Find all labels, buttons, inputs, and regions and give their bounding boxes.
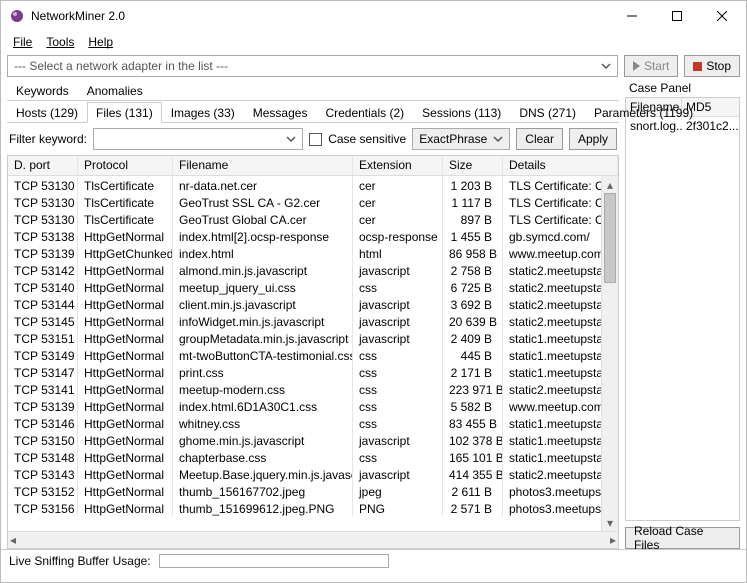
col-size[interactable]: Size xyxy=(443,156,503,175)
reload-case-files-button[interactable]: Reload Case Files xyxy=(625,527,740,549)
table-row[interactable]: TCP 53145HttpGetNormalinfoWidget.min.js.… xyxy=(8,312,618,329)
case-sensitive-checkbox[interactable] xyxy=(309,133,322,146)
tab-hosts[interactable]: Hosts (129) xyxy=(7,102,87,123)
col-dport[interactable]: D. port xyxy=(8,156,78,175)
table-row[interactable]: TCP 53150HttpGetNormalghome.min.js.javas… xyxy=(8,431,618,448)
table-row[interactable]: TCP 53142HttpGetNormalalmond.min.js.java… xyxy=(8,261,618,278)
table-row[interactable]: TCP 53138HttpGetNormalindex.html[2].ocsp… xyxy=(8,227,618,244)
chevron-down-icon xyxy=(491,132,505,146)
match-mode-select[interactable]: ExactPhrase xyxy=(412,128,510,150)
scrollbar-thumb[interactable] xyxy=(604,193,616,283)
adapter-placeholder: --- Select a network adapter in the list… xyxy=(14,59,228,73)
tab-messages[interactable]: Messages xyxy=(244,102,317,123)
buffer-usage-progress xyxy=(159,554,389,568)
menu-bar: File Tools Help xyxy=(1,31,746,53)
title-bar: NetworkMiner 2.0 xyxy=(1,1,746,31)
menu-tools[interactable]: Tools xyxy=(46,35,74,49)
adapter-row: --- Select a network adapter in the list… xyxy=(1,53,746,79)
col-filename[interactable]: Filename xyxy=(173,156,353,175)
minimize-button[interactable] xyxy=(609,2,654,30)
tab-keywords[interactable]: Keywords xyxy=(7,80,78,101)
tab-credentials[interactable]: Credentials (2) xyxy=(316,102,413,123)
table-row[interactable]: TCP 53156HttpGetNormalthumb_151699612.jp… xyxy=(8,499,618,516)
table-row[interactable]: TCP 53130TlsCertificateGeoTrust SSL CA -… xyxy=(8,193,618,210)
grid-header: D. port Protocol Filename Extension Size… xyxy=(8,156,618,176)
scroll-right-icon[interactable]: ▸ xyxy=(610,533,616,547)
scroll-down-icon[interactable]: ▾ xyxy=(602,514,618,531)
table-row[interactable]: TCP 53147HttpGetNormalprint.csscss2 171 … xyxy=(8,363,618,380)
play-icon xyxy=(633,61,640,71)
filter-row: Filter keyword: Case sensitive ExactPhra… xyxy=(7,123,619,155)
table-row[interactable]: TCP 53144HttpGetNormalclient.min.js.java… xyxy=(8,295,618,312)
table-row[interactable]: TCP 53146HttpGetNormalwhitney.csscss83 4… xyxy=(8,414,618,431)
table-row[interactable]: TCP 53140HttpGetNormalmeetup_jquery_ui.c… xyxy=(8,278,618,295)
chevron-down-icon xyxy=(599,59,613,76)
maximize-button[interactable] xyxy=(654,2,699,30)
table-row[interactable]: TCP 53152HttpGetNormalthumb_156167702.jp… xyxy=(8,482,618,499)
scroll-up-icon[interactable]: ▴ xyxy=(602,176,618,193)
table-row[interactable]: TCP 53151HttpGetNormalgroupMetadata.min.… xyxy=(8,329,618,346)
status-bar: Live Sniffing Buffer Usage: xyxy=(1,549,746,571)
table-row[interactable]: TCP 53149HttpGetNormalmt-twoButtonCTA-te… xyxy=(8,346,618,363)
table-row[interactable]: TCP 53148HttpGetNormalchapterbase.csscss… xyxy=(8,448,618,465)
tab-sessions[interactable]: Sessions (113) xyxy=(413,102,510,123)
tabs-secondary: KeywordsAnomalies xyxy=(7,79,619,101)
filter-keyword-input[interactable] xyxy=(93,128,303,150)
tab-dns[interactable]: DNS (271) xyxy=(510,102,585,123)
col-protocol[interactable]: Protocol xyxy=(78,156,173,175)
table-row[interactable]: TCP 53139HttpGetNormalindex.html.6D1A30C… xyxy=(8,397,618,414)
menu-file[interactable]: File xyxy=(13,35,32,49)
scroll-left-icon[interactable]: ◂ xyxy=(10,533,16,547)
table-row[interactable]: TCP 53139HttpGetChunkedindex.htmlhtml86 … xyxy=(8,244,618,261)
table-row[interactable]: TCP 53130TlsCertificateGeoTrust Global C… xyxy=(8,210,618,227)
buffer-usage-label: Live Sniffing Buffer Usage: xyxy=(9,554,151,568)
start-button[interactable]: Start xyxy=(624,55,678,77)
case-sensitive-label: Case sensitive xyxy=(328,132,406,146)
adapter-select[interactable]: --- Select a network adapter in the list… xyxy=(7,55,618,77)
menu-help[interactable]: Help xyxy=(88,35,113,49)
close-button[interactable] xyxy=(699,2,744,30)
stop-button[interactable]: Stop xyxy=(684,55,740,77)
case-panel-title: Case Panel xyxy=(625,79,740,97)
tab-files[interactable]: Files (131) xyxy=(87,102,162,123)
filter-label: Filter keyword: xyxy=(9,132,87,146)
tabs-primary: Hosts (129)Files (131)Images (33)Message… xyxy=(7,101,619,123)
chevron-down-icon xyxy=(284,132,298,149)
files-grid: D. port Protocol Filename Extension Size… xyxy=(7,155,619,549)
table-row[interactable]: TCP 53130TlsCertificatenr-data.net.cerce… xyxy=(8,176,618,193)
apply-button[interactable]: Apply xyxy=(569,128,617,150)
col-details[interactable]: Details xyxy=(503,156,618,175)
tab-anomalies[interactable]: Anomalies xyxy=(78,80,152,101)
app-icon xyxy=(9,8,25,24)
grid-body[interactable]: TCP 53130TlsCertificatenr-data.net.cerce… xyxy=(8,176,618,531)
table-row[interactable]: TCP 53141HttpGetNormalmeetup-modern.cssc… xyxy=(8,380,618,397)
col-extension[interactable]: Extension xyxy=(353,156,443,175)
case-panel-grid: Filename MD5 snort.log....2f301c2... xyxy=(625,97,740,521)
stop-icon xyxy=(693,62,702,71)
vertical-scrollbar[interactable]: ▴ ▾ xyxy=(601,176,618,531)
table-row[interactable]: TCP 53143HttpGetNormalMeetup.Base.jquery… xyxy=(8,465,618,482)
clear-button[interactable]: Clear xyxy=(516,128,563,150)
tab-parameters[interactable]: Parameters (1199) xyxy=(585,102,702,123)
window-title: NetworkMiner 2.0 xyxy=(31,9,609,23)
tab-images[interactable]: Images (33) xyxy=(162,102,244,123)
horizontal-scrollbar[interactable]: ◂ ▸ xyxy=(8,531,618,548)
